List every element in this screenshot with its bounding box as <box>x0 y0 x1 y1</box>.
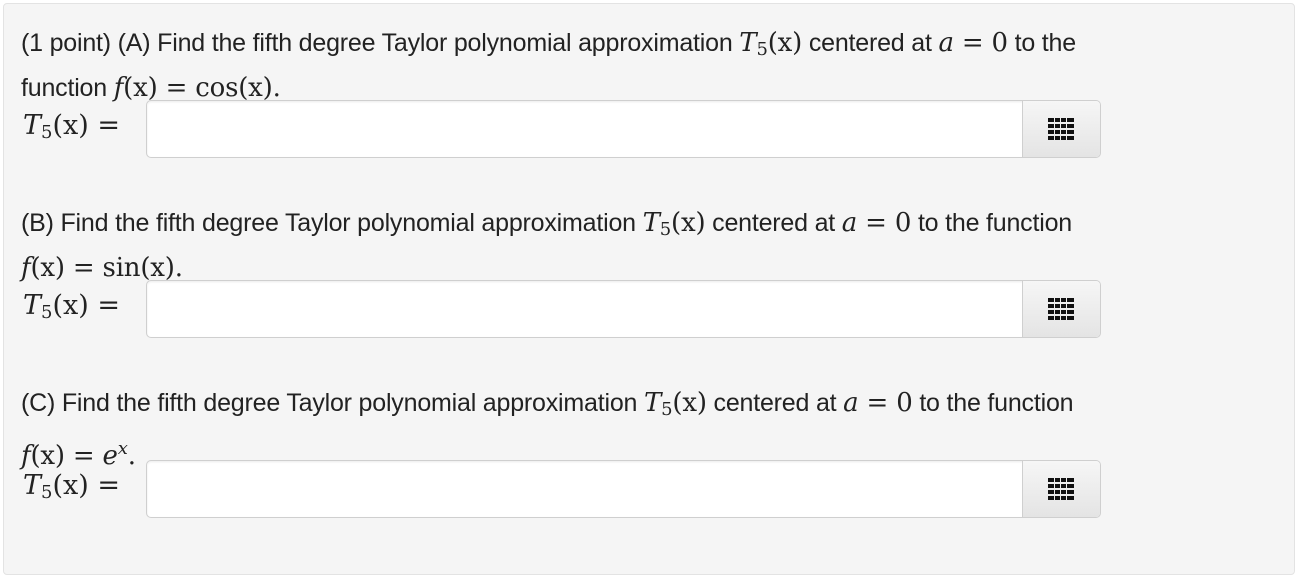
part-a-taylor-symbol: T5(x) <box>739 28 803 60</box>
part-b-label: (B) <box>21 209 54 237</box>
part-c-answer-input[interactable] <box>147 461 1023 517</box>
part-a-input-group <box>146 100 1101 158</box>
keypad-grid-icon <box>1048 298 1074 320</box>
part-c-answer-row: T5(x) = <box>21 460 1111 518</box>
keypad-grid-icon <box>1048 478 1074 500</box>
part-c-taylor-symbol: T5(x) <box>643 388 707 420</box>
part-c-center: a = 0 <box>843 388 913 418</box>
part-c-text-after: to the function <box>919 389 1074 417</box>
problem-container: (1 point) (A) Find the fifth degree Tayl… <box>3 3 1295 575</box>
part-a-answer-input[interactable] <box>147 101 1023 157</box>
part-b-keypad-button[interactable] <box>1022 281 1100 337</box>
part-c-answer-label: T5(x) = <box>23 470 120 503</box>
keypad-grid-icon <box>1048 118 1074 140</box>
part-b-taylor-symbol: T5(x) <box>642 208 706 240</box>
points-label: (1 point) <box>21 29 111 57</box>
part-b: (B) Find the fifth degree Taylor polynom… <box>21 204 1281 338</box>
part-a-function: f(x) = cos(x). <box>113 73 281 103</box>
part-c: (C) Find the fifth degree Taylor polynom… <box>21 384 1281 518</box>
part-b-input-group <box>146 280 1101 338</box>
part-a-prompt: (1 point) (A) Find the fifth degree Tayl… <box>21 24 1281 108</box>
part-b-text-middle: centered at <box>712 209 836 237</box>
part-a-text-middle: centered at <box>808 29 932 57</box>
part-a-text-before: Find the fifth degree Taylor polynomial … <box>157 29 733 57</box>
part-a-text-after: to the <box>1014 29 1077 57</box>
part-a-keypad-button[interactable] <box>1022 101 1100 157</box>
part-a-text-line2: function <box>21 74 107 102</box>
part-b-answer-row: T5(x) = <box>21 280 1111 338</box>
part-b-center: a = 0 <box>841 208 912 238</box>
part-b-answer-label: T5(x) = <box>23 290 120 323</box>
part-a-label: (A) <box>117 29 151 57</box>
part-b-answer-input[interactable] <box>147 281 1023 337</box>
part-c-keypad-button[interactable] <box>1022 461 1100 517</box>
part-b-function: f(x) = sin(x). <box>21 253 183 283</box>
part-a-answer-row: T5(x) = <box>21 100 1111 158</box>
part-c-text-before: Find the fifth degree Taylor polynomial … <box>61 389 638 417</box>
part-c-label: (C) <box>21 389 56 417</box>
part-a-answer-label: T5(x) = <box>23 110 120 143</box>
part-b-text-after: to the function <box>917 209 1072 237</box>
part-a-center: a = 0 <box>938 28 1008 58</box>
part-a: (1 point) (A) Find the fifth degree Tayl… <box>21 24 1281 158</box>
part-c-input-group <box>146 460 1101 518</box>
part-b-text-before: Find the fifth degree Taylor polynomial … <box>60 209 636 237</box>
part-c-text-middle: centered at <box>713 389 837 417</box>
part-b-prompt: (B) Find the fifth degree Taylor polynom… <box>21 204 1281 288</box>
